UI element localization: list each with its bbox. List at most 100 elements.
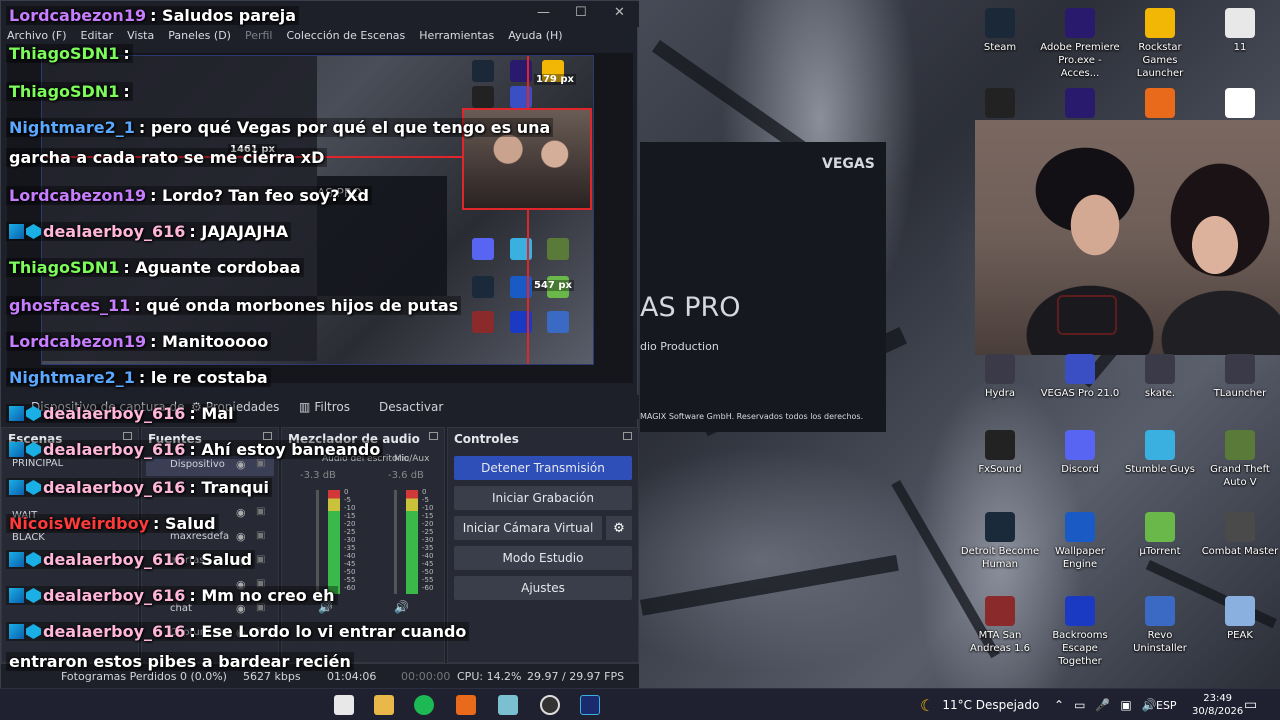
close-button[interactable]: ✕ bbox=[614, 5, 625, 20]
desktop-icon-label: Discord bbox=[1061, 464, 1099, 475]
preview-icon bbox=[472, 311, 494, 333]
utorrent-icon bbox=[1145, 512, 1175, 542]
desktop-icon[interactable]: Wallpaper Engine bbox=[1040, 512, 1120, 571]
desktop-icon[interactable]: µTorrent bbox=[1120, 512, 1200, 558]
app-icon[interactable] bbox=[498, 695, 518, 715]
desktop-icon[interactable] bbox=[960, 88, 1040, 121]
fps: 29.97 / 29.97 FPS bbox=[527, 670, 625, 683]
discord-icon bbox=[1065, 430, 1095, 460]
chat-text: : Manitooooo bbox=[150, 332, 269, 351]
network-icon[interactable]: ▣ bbox=[1120, 698, 1131, 712]
virtual-camera-settings-icon[interactable]: ⚙ bbox=[606, 516, 632, 540]
folder-icon[interactable] bbox=[374, 695, 394, 715]
stumble-icon bbox=[1145, 430, 1175, 460]
chat-message: dealaerboy_616: Mal bbox=[6, 404, 237, 423]
desktop-icon-label: Wallpaper Engine bbox=[1054, 546, 1106, 570]
vegas-brand: VEGAS bbox=[822, 156, 875, 172]
chat-text: entraron estos pibes a bardear recién bbox=[9, 652, 351, 671]
vegas-icon bbox=[1065, 354, 1095, 384]
desktop-icon[interactable]: Revo Uninstaller bbox=[1120, 596, 1200, 655]
file-icon[interactable] bbox=[334, 695, 354, 715]
studio-mode-button[interactable]: Modo Estudio bbox=[454, 546, 632, 570]
desktop-icon[interactable]: TLauncher bbox=[1200, 354, 1280, 400]
desktop-icon-label: Grand Theft Auto V bbox=[1210, 464, 1270, 488]
tlauncher-icon bbox=[1225, 354, 1255, 384]
desktop-icon[interactable]: Adobe Premiere Pro.exe - Acces... bbox=[1040, 8, 1120, 80]
chat-username: Lordcabezon19 bbox=[9, 332, 147, 351]
menu-item[interactable]: Ayuda (H) bbox=[508, 29, 562, 47]
desktop-icon[interactable]: PEAK bbox=[1200, 596, 1280, 642]
chat-text: : Salud bbox=[189, 550, 253, 569]
chat-message: Nightmare2_1: le re costaba bbox=[6, 368, 271, 387]
chat-username: ThiagoSDN1 bbox=[9, 82, 120, 101]
chat-username: ThiagoSDN1 bbox=[9, 258, 120, 277]
desktop-icon[interactable] bbox=[1120, 88, 1200, 121]
mic-icon[interactable]: 🎤 bbox=[1095, 698, 1110, 712]
revo-icon bbox=[1145, 596, 1175, 626]
chat-username: dealaerboy_616 bbox=[43, 222, 186, 241]
chevron-up-icon[interactable]: ⌃ bbox=[1054, 698, 1064, 712]
chat-username: Lordcabezon19 bbox=[9, 6, 147, 25]
volume-icon[interactable]: 🔊 bbox=[1142, 698, 1157, 712]
capcut-icon bbox=[1225, 88, 1255, 118]
tray-icons[interactable]: ⌃ ▭ 🎤 ▣ 🔊 bbox=[1054, 689, 1157, 720]
clock[interactable]: 23:49 30/8/2026 bbox=[1192, 689, 1243, 720]
minimize-button[interactable]: — bbox=[537, 5, 550, 20]
fl-studio-icon[interactable] bbox=[456, 695, 476, 715]
chat-text: : Ese Lordo lo vi entrar cuando bbox=[189, 622, 467, 641]
chat-username: ghosfaces_11 bbox=[9, 296, 131, 315]
chat-text: : Aguante cordobaa bbox=[123, 258, 301, 277]
desktop-icon[interactable]: Discord bbox=[1040, 430, 1120, 476]
desktop-icon[interactable]: Combat Master bbox=[1200, 512, 1280, 558]
subscriber-badge-icon bbox=[9, 588, 24, 603]
desktop-icon-label: Stumble Guys bbox=[1124, 464, 1196, 475]
desktop-icon[interactable]: 11 bbox=[1200, 8, 1280, 54]
desktop-icon[interactable] bbox=[1040, 88, 1120, 121]
weather-widget[interactable]: ☾ 11°C Despejado bbox=[920, 689, 1039, 720]
settings-button[interactable]: Ajustes bbox=[454, 576, 632, 600]
desktop-icon[interactable]: Rockstar Games Launcher bbox=[1120, 8, 1200, 80]
chat-username: ThiagoSDN1 bbox=[9, 44, 120, 63]
preview-icon bbox=[547, 311, 569, 333]
verified-badge-icon bbox=[26, 224, 41, 239]
after-effects-icon bbox=[1065, 88, 1095, 118]
chat-text: : Saludos pareja bbox=[150, 6, 297, 25]
desktop-icon[interactable]: skate. bbox=[1120, 354, 1200, 400]
verified-badge-icon bbox=[26, 406, 41, 421]
desktop-icon-label: µTorrent bbox=[1139, 546, 1181, 557]
subscriber-badge-icon bbox=[9, 480, 24, 495]
desktop-icon[interactable]: Detroit Become Human bbox=[960, 512, 1040, 571]
vegas-copyright: MAGIX Software GmbH. Reservados todos lo… bbox=[640, 412, 864, 421]
dock-float-icon[interactable] bbox=[623, 432, 632, 440]
preview-icon bbox=[547, 238, 569, 260]
maximize-button[interactable]: ☐ bbox=[575, 5, 587, 20]
start-recording-button[interactable]: Iniciar Grabación bbox=[454, 486, 632, 510]
language-indicator[interactable]: ESP bbox=[1156, 689, 1177, 720]
desktop-icon[interactable]: Stumble Guys bbox=[1120, 430, 1200, 476]
desktop-icon[interactable]: VEGAS Pro 21.0 bbox=[1040, 354, 1120, 400]
stop-stream-button[interactable]: Detener Transmisión bbox=[454, 456, 632, 480]
spotify-icon[interactable] bbox=[414, 695, 434, 715]
preview-size-label: 179 px bbox=[534, 74, 576, 85]
chat-username: dealaerboy_616 bbox=[43, 478, 186, 497]
desktop-icon[interactable]: Backrooms Escape Together bbox=[1040, 596, 1120, 668]
obs-icon[interactable] bbox=[540, 695, 560, 715]
screen: VEGAS AS PRO dio Production MAGIX Softwa… bbox=[0, 0, 1280, 720]
desktop-icon[interactable]: Grand Theft Auto V bbox=[1200, 430, 1280, 489]
subscriber-badge-icon bbox=[9, 442, 24, 457]
desktop-icon[interactable]: Hydra bbox=[960, 354, 1040, 400]
vegas-icon[interactable] bbox=[580, 695, 600, 715]
steam-icon bbox=[985, 8, 1015, 38]
desktop-icon[interactable]: FxSound bbox=[960, 430, 1040, 476]
chat-text: : Mm no creo eh bbox=[189, 586, 335, 605]
desktop-icon[interactable] bbox=[1200, 88, 1280, 121]
start-virtual-camera-button[interactable]: Iniciar Cámara Virtual bbox=[454, 516, 602, 540]
verified-badge-icon bbox=[26, 442, 41, 457]
preview-size-label: 547 px bbox=[532, 280, 574, 291]
skate-icon bbox=[1145, 354, 1175, 384]
notifications-icon[interactable]: ▭ bbox=[1244, 689, 1257, 720]
chat-message: entraron estos pibes a bardear recién bbox=[6, 652, 354, 671]
usb-icon[interactable]: ▭ bbox=[1074, 698, 1085, 712]
desktop-icon[interactable]: MTA San Andreas 1.6 bbox=[960, 596, 1040, 655]
desktop-icon[interactable]: Steam bbox=[960, 8, 1040, 54]
